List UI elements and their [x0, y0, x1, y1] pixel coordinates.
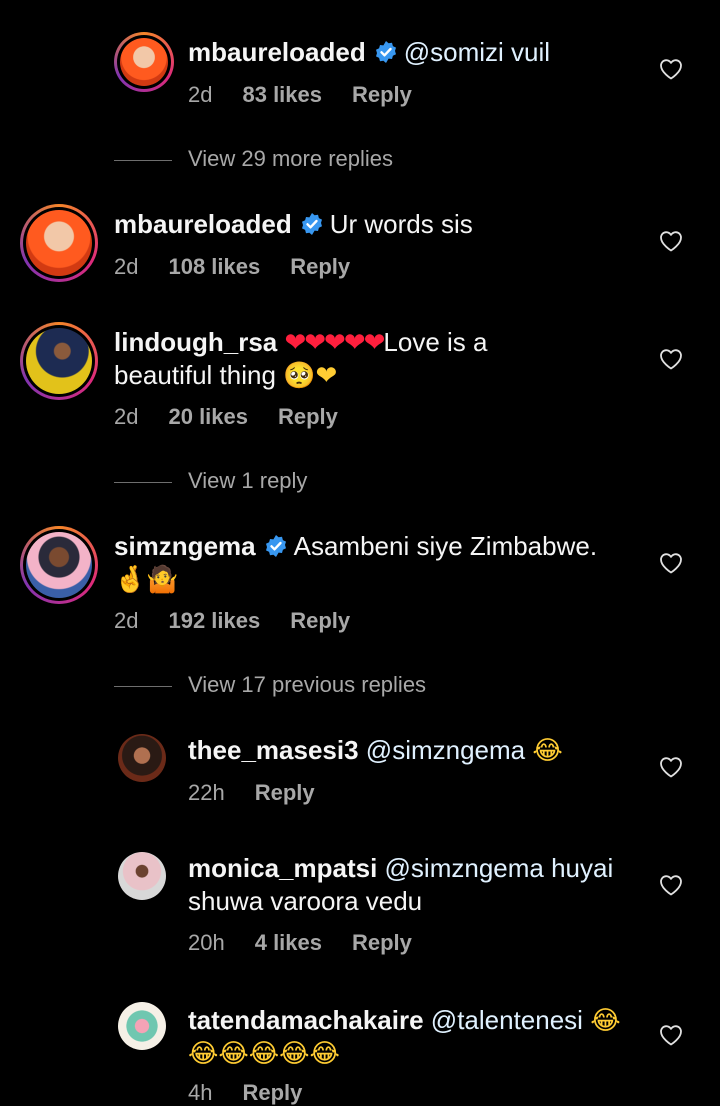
view-more-replies-button[interactable]: View 29 more replies	[114, 146, 393, 172]
avatar[interactable]	[114, 32, 174, 92]
comment-text: Ur words sis	[329, 209, 473, 239]
heart-icon[interactable]	[659, 756, 683, 778]
comment-emoji: 🥺❤	[283, 361, 338, 391]
divider-line	[114, 159, 172, 161]
view-more-replies-button[interactable]: View 1 reply	[114, 468, 307, 494]
comment-time: 20h	[188, 930, 225, 955]
avatar[interactable]	[20, 526, 98, 604]
heart-icon[interactable]	[659, 552, 683, 574]
comment-username[interactable]: tatendamachakaire	[188, 1005, 424, 1035]
comment-time: 22h	[188, 780, 225, 805]
comment-text[interactable]: @somizi vuil	[404, 37, 550, 67]
view-replies-label: View 17 previous replies	[188, 672, 427, 697]
verified-badge-icon	[264, 534, 288, 558]
comment-text-line2: shuwa varoora vedu	[188, 886, 423, 916]
reply-button[interactable]: Reply	[290, 608, 350, 633]
heart-icon[interactable]	[659, 874, 683, 896]
likes-count[interactable]: 20 likes	[168, 404, 248, 429]
comment-username[interactable]: thee_masesi3	[188, 735, 359, 765]
comment-text[interactable]: @talentenesi	[431, 1005, 583, 1035]
comment-text: Love is a	[383, 327, 488, 357]
avatar[interactable]	[20, 204, 98, 282]
likes-count[interactable]: 4 likes	[255, 930, 322, 955]
heart-icon[interactable]	[659, 230, 683, 252]
view-previous-replies-button[interactable]: View 17 previous replies	[114, 672, 426, 698]
avatar[interactable]	[118, 852, 166, 900]
reply-button[interactable]: Reply	[290, 254, 350, 279]
reply-button[interactable]: Reply	[278, 404, 338, 429]
comment-username[interactable]: mbaureloaded	[114, 209, 292, 239]
heart-icon[interactable]	[659, 58, 683, 80]
reply-button[interactable]: Reply	[242, 1080, 302, 1105]
comment-text-line2: beautiful thing	[114, 360, 276, 390]
comment-text: Asambeni siye Zimbabwe.	[293, 531, 598, 561]
likes-count[interactable]: 192 likes	[168, 608, 260, 633]
reply-button[interactable]: Reply	[352, 82, 412, 107]
heart-icon[interactable]	[659, 348, 683, 370]
comment-emoji: 😂	[590, 1006, 621, 1036]
view-replies-label: View 29 more replies	[188, 146, 394, 171]
comment-time: 2d	[114, 608, 139, 633]
comment-time: 2d	[114, 254, 139, 279]
heart-icon[interactable]	[659, 1024, 683, 1046]
avatar[interactable]	[118, 734, 166, 782]
comment-text[interactable]: @simzngema huyai	[385, 853, 614, 883]
heart-emoji-row: ❤❤❤❤❤	[284, 328, 385, 358]
comment-emoji: 😂	[532, 736, 563, 766]
comment-username[interactable]: mbaureloaded	[188, 37, 366, 67]
reply-button[interactable]: Reply	[352, 930, 412, 955]
likes-count[interactable]: 108 likes	[168, 254, 260, 279]
comment-emoji: 🤞🤷	[114, 565, 179, 595]
verified-badge-icon	[374, 40, 398, 64]
verified-badge-icon	[300, 212, 324, 236]
comment-time: 2d	[114, 404, 139, 429]
comment-time: 4h	[188, 1080, 213, 1105]
comment-username[interactable]: lindough_rsa	[114, 327, 277, 357]
reply-button[interactable]: Reply	[255, 780, 315, 805]
divider-line	[114, 481, 172, 483]
divider-line	[114, 685, 172, 687]
view-replies-label: View 1 reply	[188, 468, 308, 493]
likes-count[interactable]: 83 likes	[242, 82, 322, 107]
comment-text[interactable]: @simzngema	[366, 735, 525, 765]
comment-emoji-line2: 😂😂😂😂😂	[188, 1039, 340, 1069]
comment-time: 2d	[188, 82, 213, 107]
comment-username[interactable]: monica_mpatsi	[188, 853, 377, 883]
avatar[interactable]	[20, 322, 98, 400]
avatar[interactable]	[118, 1002, 166, 1050]
comment-username[interactable]: simzngema	[114, 531, 256, 561]
